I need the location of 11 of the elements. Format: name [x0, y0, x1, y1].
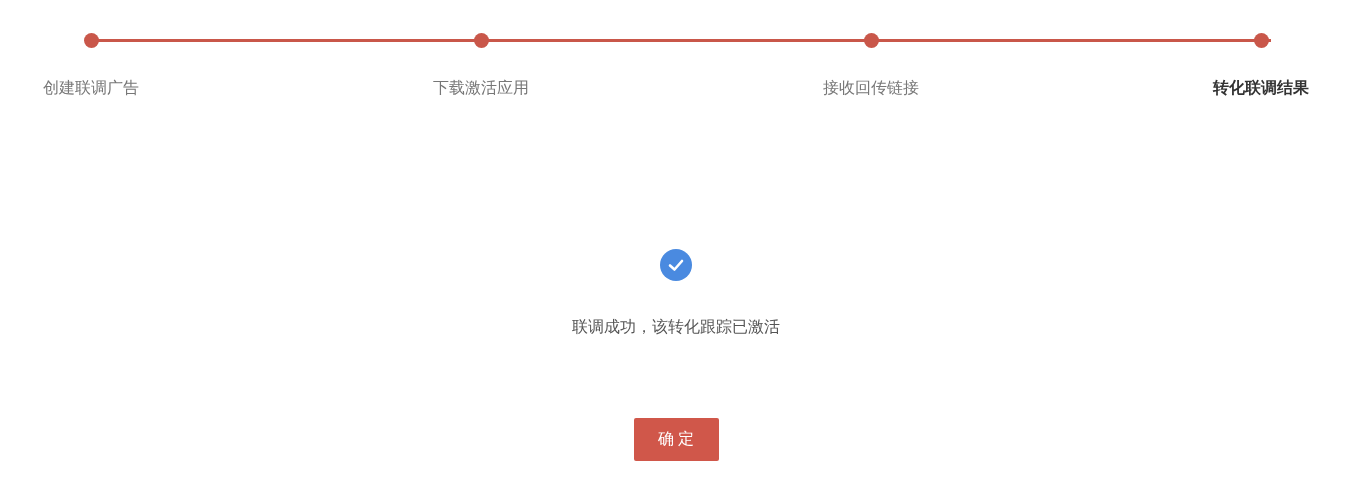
step-dot	[1253, 33, 1269, 48]
success-check-icon	[660, 249, 692, 281]
step-label: 创建联调广告	[43, 78, 139, 98]
step-label: 接收回传链接	[823, 78, 919, 98]
step-label: 下载激活应用	[433, 78, 529, 98]
step-dot	[863, 33, 879, 48]
step-dot	[83, 33, 99, 48]
step-dot	[473, 33, 489, 48]
step-label: 转化联调结果	[1213, 78, 1309, 98]
result-message: 联调成功，该转化跟踪已激活	[572, 317, 780, 337]
confirm-button[interactable]: 确 定	[633, 418, 719, 461]
